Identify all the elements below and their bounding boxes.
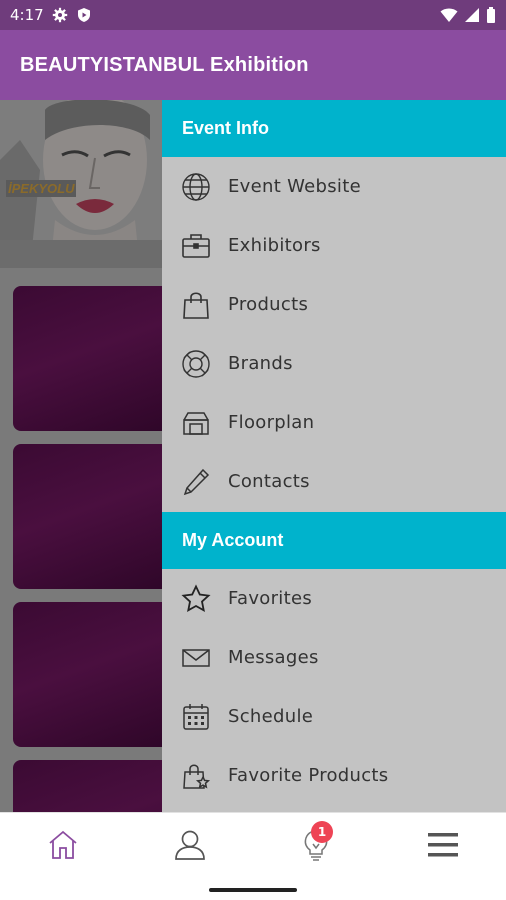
my-account-header: My Account [162, 512, 506, 569]
event-banner-image: İPEKYOLU [0, 100, 162, 268]
menu-label: Contacts [228, 471, 310, 492]
event-info-header: Event Info [162, 100, 506, 157]
envelope-icon [180, 642, 212, 674]
app-bar: BEAUTYISTANBUL Exhibition [0, 30, 506, 100]
menu-label: Schedule [228, 706, 314, 727]
settings-icon [52, 7, 68, 23]
briefcase-icon [180, 230, 212, 262]
nav-menu-button[interactable] [380, 813, 506, 880]
event-info-header-label: Event Info [182, 118, 270, 138]
favorite-bag-icon [180, 760, 212, 792]
shopping-bag-icon [180, 289, 212, 321]
gesture-handle[interactable] [209, 888, 297, 892]
content-card[interactable] [13, 602, 173, 747]
notification-badge: 1 [311, 821, 333, 843]
nav-profile-button[interactable] [127, 813, 254, 880]
star-icon [180, 583, 212, 615]
menu-item-event-website[interactable]: Event Website [162, 157, 506, 216]
menu-label: Favorites [228, 588, 313, 609]
content-card[interactable] [13, 760, 173, 812]
menu-item-favorites[interactable]: Favorites [162, 569, 506, 628]
content-card[interactable] [13, 444, 173, 589]
floorplan-icon [180, 407, 212, 439]
menu-label: Exhibitors [228, 235, 321, 256]
menu-item-products[interactable]: Products [162, 275, 506, 334]
gesture-navigation-area [0, 880, 506, 900]
globe-icon [180, 171, 212, 203]
wifi-icon [440, 7, 458, 23]
bottom-navigation: 1 [0, 812, 506, 880]
menu-item-favorite-products[interactable]: Favorite Products [162, 746, 506, 805]
menu-label: Messages [228, 647, 319, 668]
menu-item-floorplan[interactable]: Floorplan [162, 393, 506, 452]
calendar-icon [180, 701, 212, 733]
menu-item-schedule[interactable]: Schedule [162, 687, 506, 746]
menu-label: Floorplan [228, 412, 315, 433]
menu-item-messages[interactable]: Messages [162, 628, 506, 687]
menu-label: Brands [228, 353, 293, 374]
shield-play-icon [76, 7, 92, 23]
my-account-header-label: My Account [182, 530, 284, 550]
banner-brand-text: İPEKYOLU [6, 180, 77, 197]
signal-icon [464, 7, 480, 23]
status-time: 4:17 [10, 6, 44, 24]
app-title: BEAUTYISTANBUL Exhibition [20, 53, 309, 76]
menu-label: Products [228, 294, 309, 315]
home-icon [47, 829, 79, 865]
nav-home-button[interactable] [0, 813, 127, 880]
status-bar: 4:17 [0, 0, 506, 30]
menu-label: Event Website [228, 176, 361, 197]
nav-notifications-button[interactable]: 1 [253, 813, 380, 880]
navigation-drawer: Event Info Event Website Exhibitors Prod… [162, 100, 506, 812]
menu-item-contacts[interactable]: Contacts [162, 452, 506, 511]
content-card[interactable] [13, 286, 173, 431]
menu-item-exhibitors[interactable]: Exhibitors [162, 216, 506, 275]
menu-item-brands[interactable]: Brands [162, 334, 506, 393]
menu-label: Favorite Products [228, 765, 389, 786]
profile-icon [173, 828, 207, 866]
menu-icon [427, 830, 459, 864]
battery-icon [486, 7, 496, 23]
pencil-icon [180, 466, 212, 498]
lifebuoy-icon [180, 348, 212, 380]
